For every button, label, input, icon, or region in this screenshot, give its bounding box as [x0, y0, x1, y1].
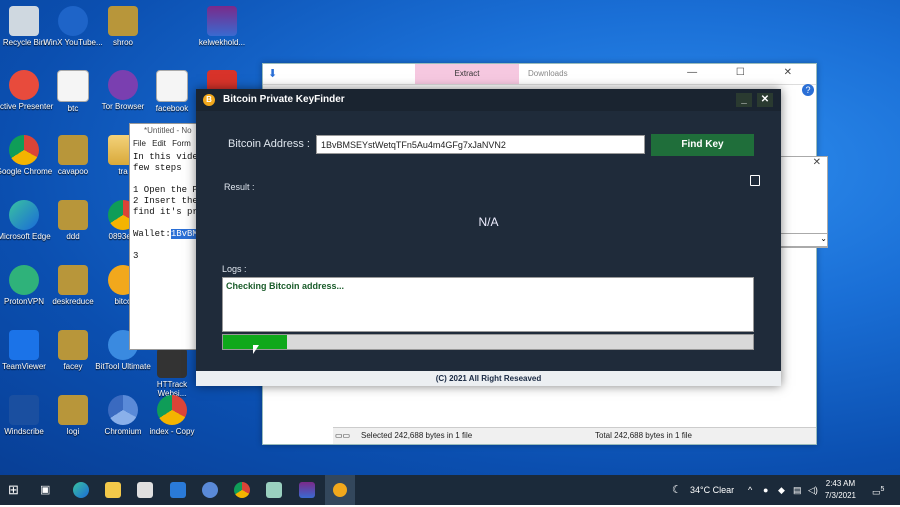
footer: (C) 2021 All Right Reseaved [196, 371, 781, 386]
window-title: Bitcoin Private KeyFinder [223, 94, 345, 105]
chevron-up-icon[interactable]: ^ [748, 475, 752, 505]
bitcoin-taskbar-icon [333, 483, 347, 497]
explorer-tab-downloads[interactable]: Downloads [528, 64, 568, 84]
chromium-taskbar-icon[interactable] [202, 482, 218, 498]
chrome-icon [157, 395, 187, 425]
weather-text[interactable]: 34°C Clear [690, 475, 734, 505]
mouse-cursor-icon [253, 345, 259, 354]
protonvpn-icon [9, 265, 39, 295]
desktop: Recycle Bin WinX YouTube... shroo kelwek… [0, 0, 900, 475]
edge-icon [9, 200, 39, 230]
result-label: Result : [224, 182, 255, 192]
explorer-window-buttons[interactable]: — ☐ ✕ [687, 64, 810, 82]
windows-start-icon[interactable]: ⊞ [8, 482, 24, 498]
notepad-text[interactable]: In this video few steps 1 Open the P 2 I… [130, 150, 200, 264]
winx-icon [58, 6, 88, 36]
httrack-icon [157, 348, 187, 378]
archive-icon [58, 265, 88, 295]
logs-label: Logs : [222, 264, 247, 274]
tor-browser-icon [108, 70, 138, 100]
find-key-button[interactable]: Find Key [651, 134, 754, 156]
clock[interactable]: 2:43 AM 7/3/2021 [825, 478, 856, 502]
chevron-down-icon[interactable]: ⌄ [779, 233, 827, 247]
log-line: Checking Bitcoin address... [226, 281, 345, 291]
chrome-taskbar-icon[interactable] [234, 482, 250, 498]
desktop-icon-kelwekhold[interactable]: kelwekhold... [192, 6, 252, 47]
notepad-title: *Untitled - No [144, 126, 192, 135]
keyfinder-taskbar-item[interactable] [325, 475, 355, 505]
winrar-taskbar-icon[interactable] [299, 482, 315, 498]
status-selected: Selected 242,688 bytes in 1 file [361, 431, 473, 440]
winrar-icon [207, 6, 237, 36]
volume-icon[interactable]: ◁) [808, 475, 818, 505]
download-arrow-icon: ⬇ [268, 68, 278, 80]
mail-taskbar-icon[interactable] [170, 482, 186, 498]
moon-icon: ☾ [672, 484, 682, 496]
progress-bar [222, 334, 754, 350]
copy-icon[interactable] [750, 175, 760, 186]
archive-icon [58, 200, 88, 230]
bitcoin-logo-icon: B [203, 94, 215, 106]
network-icon[interactable]: ▤ [793, 475, 802, 505]
teamviewer-icon [9, 330, 39, 360]
vpn-icon[interactable]: ◆ [778, 475, 785, 505]
notepad-menu[interactable]: File Edit Form [130, 138, 200, 150]
keyfinder-window[interactable]: B Bitcoin Private KeyFinder _ ✕ Bitcoin … [196, 89, 781, 386]
logs-box: Checking Bitcoin address... [222, 277, 754, 332]
close-button[interactable]: ✕ [757, 93, 773, 107]
keyfinder-titlebar: B Bitcoin Private KeyFinder _ ✕ [196, 89, 781, 111]
archive-icon [58, 395, 88, 425]
notepad-taskbar-icon[interactable] [266, 482, 282, 498]
taskbar: ⊞ ▣ ☾ 34°C Clear ^ ● ◆ ▤ ◁) 2:43 AM 7/3/… [0, 475, 900, 505]
notepad-window[interactable]: *Untitled - No File Edit Form In this vi… [129, 123, 201, 350]
address-label: Bitcoin Address : [228, 138, 310, 150]
secondary-panel: ✕ ⌄ [778, 156, 828, 248]
result-value: N/A [478, 215, 499, 229]
desktop-icon-httrack[interactable]: HTTrack Websi... [142, 348, 202, 398]
desktop-icon-shroo[interactable]: shroo [93, 6, 153, 47]
close-icon[interactable]: ✕ [813, 157, 821, 168]
archive-icon [58, 135, 88, 165]
explorer-titlebar: ⬇ Extract Downloads — ☐ ✕ [263, 64, 816, 85]
archive-icon [108, 6, 138, 36]
explorer-tab-extract[interactable]: Extract [415, 64, 519, 84]
edge-taskbar-icon[interactable] [73, 482, 89, 498]
windscribe-icon [9, 395, 39, 425]
notification-icon[interactable]: ▭5 [872, 475, 884, 507]
chromium-icon [108, 395, 138, 425]
recycle-bin-icon [9, 6, 39, 36]
wallet-selection: 1BvBM [170, 229, 198, 239]
drive-icon: ▭▭ [335, 431, 351, 440]
document-icon [156, 70, 188, 102]
status-total: Total 242,688 bytes in 1 file [595, 431, 692, 440]
explorer-statusbar: ▭▭ Selected 242,688 bytes in 1 file Tota… [333, 427, 816, 444]
tray-app-icon[interactable]: ● [763, 475, 768, 505]
bitcoin-address-input[interactable]: 1BvBMSEYstWetqTFn5Au4m4GFg7xJaNVN2 [316, 135, 645, 154]
task-view-icon[interactable]: ▣ [40, 482, 56, 498]
active-presenter-icon [9, 70, 39, 100]
chrome-icon [9, 135, 39, 165]
file-explorer-taskbar-icon[interactable] [105, 482, 121, 498]
desktop-icon-index-copy[interactable]: index - Copy [142, 395, 202, 436]
archive-icon [58, 330, 88, 360]
help-icon[interactable]: ? [802, 84, 814, 96]
document-icon [57, 70, 89, 102]
store-taskbar-icon[interactable] [137, 482, 153, 498]
minimize-button[interactable]: _ [736, 93, 752, 107]
